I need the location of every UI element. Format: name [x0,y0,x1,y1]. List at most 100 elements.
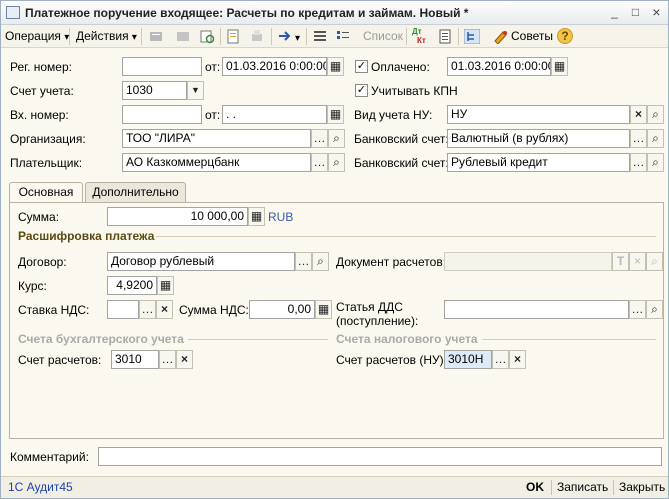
post-document-icon[interactable] [148,29,164,44]
refresh-icon[interactable] [199,29,215,44]
type-icon[interactable]: T [612,252,629,271]
bank-account-1-field[interactable]: Валютный (в рублях) [447,129,630,148]
actions-menu[interactable]: Действия ▾ [76,29,137,45]
help-icon[interactable]: ? [557,28,573,44]
vat-sum-field[interactable]: 0,00 [249,300,315,319]
select-button[interactable]: … [629,300,646,319]
bank-account-2-field[interactable]: Рублевый кредит [447,153,630,172]
structure-icon[interactable] [312,29,328,44]
clear-icon[interactable]: × [156,300,173,319]
chevron-down-icon[interactable]: ▼ [187,81,204,100]
subordinate-list-icon[interactable] [335,29,351,44]
dtkt-button[interactable]: Дт Кт [412,27,430,45]
copy-document-icon[interactable] [225,29,241,44]
kpn-checkbox[interactable]: ✓ [355,84,368,97]
tab-additional[interactable]: Дополнительно [85,182,186,202]
paid-date-field[interactable]: 01.03.2016 0:00:00 [447,57,551,76]
settlement-document-label: Документ расчетов: [336,255,447,269]
search-icon[interactable]: ⌕ [647,129,664,148]
tax-calc-field[interactable]: 3010Н [444,350,492,369]
paid-checkbox[interactable]: ✓ [355,60,368,73]
incoming-number-field[interactable] [122,105,202,124]
reg-date-field[interactable]: 01.03.2016 0:00:00 [222,57,327,76]
calculator-icon[interactable]: ▦ [315,300,332,319]
payer-field[interactable]: АО Казкоммерцбанк [122,153,311,172]
select-button[interactable]: … [492,350,509,369]
calculator-icon[interactable]: ▦ [157,276,174,295]
window-title: Платежное поручение входящее: Расчеты по… [25,6,469,20]
organization-label: Организация: [10,132,86,146]
clear-icon[interactable]: × [629,252,646,271]
clear-icon[interactable]: × [630,105,647,124]
payment-breakdown-title: Расшифровка платежа [18,229,155,243]
select-button[interactable]: … [630,129,647,148]
close-window-button[interactable]: × [648,5,665,21]
select-button[interactable]: … [295,252,312,271]
calendar-icon[interactable]: ▦ [551,57,568,76]
reg-number-field[interactable] [122,57,202,76]
toolbar-separator [406,28,407,45]
tips-icon[interactable] [493,29,509,44]
tax-type-field[interactable]: НУ [447,105,630,124]
minimize-button[interactable]: _ [606,5,623,21]
calculator-icon[interactable]: ▦ [248,207,265,226]
organization-field[interactable]: ТОО "ЛИРА" [122,129,311,148]
operation-menu[interactable]: Операция ▾ [5,29,69,45]
bank-account-2-label: Банковский счет: [354,156,449,170]
toolbar-separator [306,28,307,45]
dds-item-field[interactable] [444,300,629,319]
contract-field[interactable]: Договор рублевый [107,252,295,271]
bottom-separator [551,480,552,495]
select-button[interactable]: … [159,350,176,369]
sum-label: Сумма: [18,210,60,224]
comment-field[interactable] [98,447,662,466]
print-disabled-icon[interactable] [249,29,265,44]
calendar-icon[interactable]: ▦ [327,105,344,124]
incoming-date-label: от: [205,108,221,122]
search-icon[interactable]: ⌕ [312,252,329,271]
acc-calc-field[interactable]: 3010 [111,350,159,369]
tips-button[interactable]: Советы [511,29,553,44]
acc-calc-label: Счет расчетов: [18,353,102,367]
select-button[interactable]: … [311,129,328,148]
search-icon[interactable]: ⌕ [646,300,663,319]
unpost-document-icon[interactable] [175,29,191,44]
settlement-document-field[interactable] [444,252,612,271]
search-icon[interactable]: ⌕ [646,252,663,271]
incoming-date-field[interactable]: . . [222,105,327,124]
account-select[interactable]: 1030 [122,81,187,100]
kpn-label: Учитывать КПН [371,84,458,98]
dropdown-arrow-icon[interactable]: ▾ [295,31,300,46]
rate-field[interactable]: 4,9200 [107,276,157,295]
settings-tree-icon[interactable] [464,29,480,44]
bank-account-1-label: Банковский счет: [354,132,449,146]
search-icon[interactable]: ⌕ [647,153,664,172]
maximize-button[interactable]: □ [627,5,644,21]
document-icon [6,6,20,19]
select-button[interactable]: … [139,300,156,319]
navigate-icon[interactable] [277,29,293,44]
select-button[interactable]: … [311,153,328,172]
reg-number-label: Рег. номер: [10,60,72,74]
toolbar-separator [458,28,459,45]
search-icon[interactable]: ⌕ [647,105,664,124]
company-link[interactable]: 1С Аудит45 [8,480,73,494]
dropdown-arrow-icon: ▾ [131,32,137,43]
account-label: Счет учета: [10,84,74,98]
tab-main[interactable]: Основная [9,182,83,203]
search-icon[interactable]: ⌕ [328,153,345,172]
save-button[interactable]: Записать [557,480,608,494]
close-button[interactable]: Закрыть [619,480,665,494]
clear-icon[interactable]: × [176,350,193,369]
list-button[interactable]: Список [363,29,403,44]
search-icon[interactable]: ⌕ [328,129,345,148]
sum-field[interactable]: 10 000,00 [107,207,248,226]
report-icon[interactable] [437,29,453,44]
ok-button[interactable]: OK [526,480,544,494]
operation-menu-label: Операция [5,29,61,43]
vat-rate-field[interactable] [107,300,139,319]
clear-icon[interactable]: × [509,350,526,369]
calendar-icon[interactable]: ▦ [327,57,344,76]
bottom-bar: 1С Аудит45 OK Записать Закрыть [1,476,668,498]
select-button[interactable]: … [630,153,647,172]
